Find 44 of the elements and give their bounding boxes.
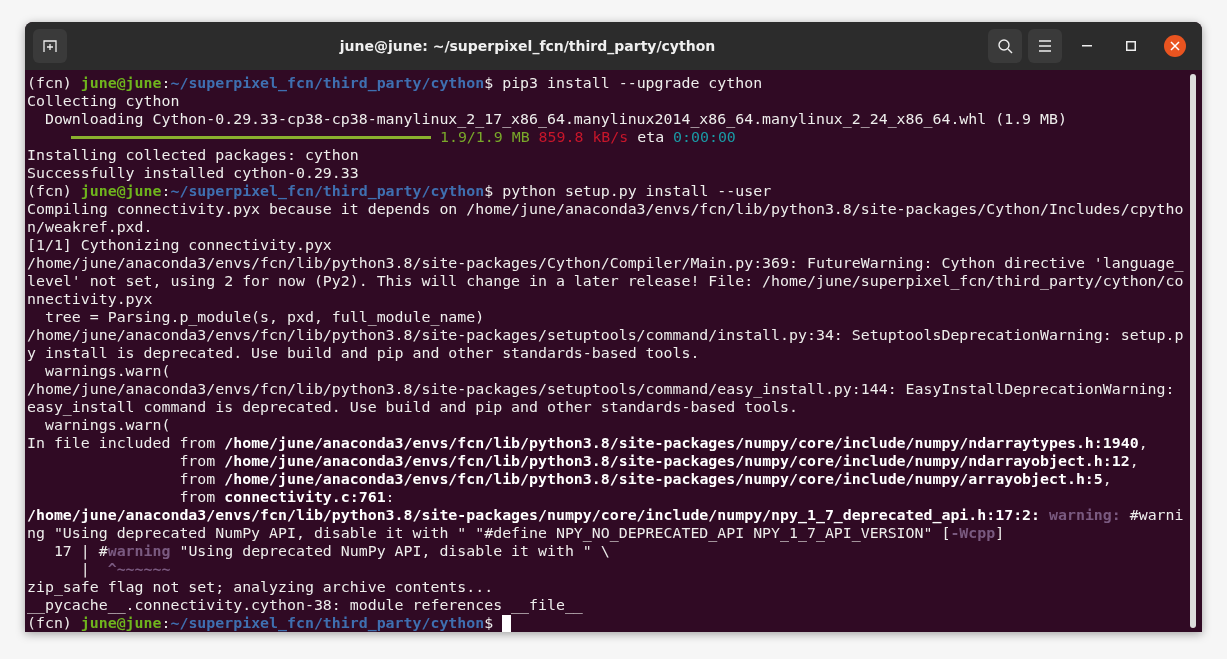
terminal-line: __pycache__.connectivity.cython-38: module references __file__ bbox=[27, 596, 584, 614]
terminal-line: /home/june/anaconda3/envs/fcn/lib/python3.8/site-packages/setuptools/command/install.py:34: SetuptoolsDeprecationWarning: setup.p bbox=[27, 326, 1185, 344]
terminal-line: from connectivity.c:761: bbox=[178, 488, 396, 506]
terminal-line: tree = Parsing.p_module(s, pxd, full_module_name) bbox=[43, 308, 486, 326]
terminal-line: Collecting cython bbox=[27, 92, 181, 110]
terminal-line: ng "Using deprecated NumPy API, disable it with " "#define NPY_NO_DEPRECATED_API NPY_1_7_API_VERSION" [-Wcpp] bbox=[27, 524, 1006, 542]
terminal-text: 1.9/1.9 MB 859.8 kB/s eta 0:00:00 bbox=[438, 128, 736, 146]
scrollbar[interactable] bbox=[1190, 74, 1196, 628]
terminal-line: /home/june/anaconda3/envs/fcn/lib/python3.8/site-packages/setuptools/command/easy_install.py:144: EasyInstallDeprecationWarning: bbox=[27, 380, 1176, 398]
menu-button[interactable] bbox=[1028, 29, 1062, 63]
terminal-line: In file included from /home/june/anaconda3/envs/fcn/lib/python3.8/site-packages/numpy/core/include/numpy/ndarraytypes.h:1940, bbox=[27, 434, 1149, 452]
terminal-line: easy_install command is deprecated. Use build and pip and other standards-based tools. bbox=[27, 398, 799, 416]
terminal-line: [1/1] Cythonizing connectivity.pyx bbox=[27, 236, 333, 254]
terminal-line: (fcn) june@june:~/superpixel_fcn/third_party/cython$ pip3 install --upgrade cython bbox=[27, 74, 764, 92]
terminal-line: from /home/june/anaconda3/envs/fcn/lib/python3.8/site-packages/numpy/core/include/numpy/arrayobject.h:5, bbox=[178, 470, 1113, 488]
window-title: june@june: ~/superpixel_fcn/third_party/cython bbox=[338, 38, 717, 54]
terminal-line: y install is deprecated. Use build and pip and other standards-based tools. bbox=[27, 344, 701, 362]
terminal-line: /home/june/anaconda3/envs/fcn/lib/python3.8/site-packages/Cython/Compiler/Main.py:369: FutureWarning: Cython directive 'language_ bbox=[27, 254, 1185, 272]
terminal-line: nnectivity.pyx bbox=[27, 290, 154, 308]
terminal-line: warnings.warn( bbox=[43, 362, 172, 380]
new-tab-icon bbox=[42, 38, 58, 54]
terminal-line: warnings.warn( bbox=[43, 416, 172, 434]
new-tab-button[interactable] bbox=[33, 29, 67, 63]
minimize-icon bbox=[1082, 45, 1092, 47]
terminal-line: Compiling connectivity.pyx because it depends on /home/june/anaconda3/envs/fcn/lib/python3.8/site-packages/Cython/Includes/cpytho bbox=[27, 200, 1185, 218]
text-cursor bbox=[502, 614, 512, 632]
terminal-line: (fcn) june@june:~/superpixel_fcn/third_party/cython$ python setup.py install --user bbox=[27, 182, 773, 200]
terminal-line: level' not set, using 2 for now (Py2). This will change in a later release! File: /home/june/superpixel_fcn/third_party/cython/co bbox=[27, 272, 1185, 290]
terminal-line: | ^~~~~~~ bbox=[79, 560, 172, 578]
terminal-line: zip_safe flag not set; analyzing archive contents... bbox=[27, 578, 495, 596]
search-button[interactable] bbox=[988, 29, 1022, 63]
terminal-line: Installing collected packages: cython bbox=[27, 146, 360, 164]
close-icon bbox=[1170, 41, 1180, 51]
terminal-line: n/weakref.pxd. bbox=[27, 218, 154, 236]
terminal-text: (fcn) june@june:~/superpixel_fcn/third_party/cython$ bbox=[27, 614, 495, 632]
menu-icon bbox=[1038, 40, 1052, 52]
terminal-line: from /home/june/anaconda3/envs/fcn/lib/python3.8/site-packages/numpy/core/include/numpy/ndarrayobject.h:12, bbox=[178, 452, 1140, 470]
terminal-line: /home/june/anaconda3/envs/fcn/lib/python3.8/site-packages/numpy/core/include/numpy/npy_1_7_deprecated_api.h:17:2: warning: #warni bbox=[27, 506, 1185, 524]
maximize-icon bbox=[1126, 41, 1136, 51]
terminal-line: 17 | #warning "Using deprecated NumPy API, disable it with " \ bbox=[52, 542, 611, 560]
terminal-line: Successfully installed cython-0.29.33 bbox=[27, 164, 360, 182]
terminal-line: Downloading Cython-0.29.33-cp38-cp38-manylinux_2_17_x86_64.manylinux2014_x86_64.manylinux_2_24_x86_64.whl (1.9 MB) bbox=[43, 110, 1068, 128]
close-button[interactable] bbox=[1164, 35, 1186, 57]
search-icon bbox=[997, 38, 1013, 54]
